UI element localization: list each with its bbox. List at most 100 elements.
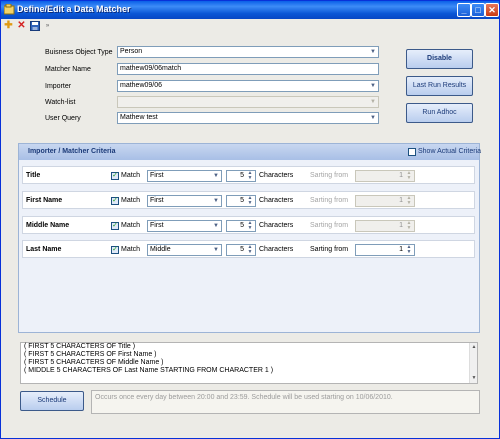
- criteria-row-first-name: First Name ✓ Match First ▼ 5 ▲ ▼ Characte…: [22, 191, 475, 209]
- matcher-name-input[interactable]: mathew09/06match: [117, 63, 379, 75]
- chevron-down-icon: ▼: [370, 99, 376, 105]
- count-value: 5: [240, 222, 244, 229]
- match-checkbox[interactable]: ✓: [111, 197, 119, 205]
- schedule-button-label: Schedule: [37, 397, 67, 404]
- spinner-arrows-icon[interactable]: ▲ ▼: [405, 196, 413, 206]
- spinner-arrows-icon[interactable]: ▲ ▼: [246, 171, 254, 181]
- schedule-description: Occurs once every day between 20:00 and …: [91, 390, 480, 414]
- match-checkbox[interactable]: ✓: [111, 222, 119, 230]
- criteria-row-middle-name: Middle Name ✓ Match First ▼ 5 ▲ ▼ Charact…: [22, 216, 475, 234]
- run-adhoc-label: Run Adhoc: [422, 109, 457, 116]
- watch-list-select[interactable]: ▼: [117, 96, 379, 108]
- importer-label: Importer: [45, 83, 72, 90]
- criteria-row-title: Title ✓ Match First ▼ 5 ▲ ▼ Characters Sa…: [22, 166, 475, 184]
- delete-icon[interactable]: ✕: [16, 20, 27, 32]
- chevron-down-icon: ▼: [370, 115, 376, 121]
- chevron-down-icon: ▼: [370, 49, 376, 55]
- mode-select[interactable]: First ▼: [147, 220, 222, 232]
- count-value: 5: [240, 246, 244, 253]
- match-checkbox[interactable]: ✓: [111, 246, 119, 254]
- chevron-down-icon: ▼: [213, 173, 219, 179]
- starting-from-stepper[interactable]: 1 ▲ ▼: [355, 244, 415, 256]
- importer-select[interactable]: mathew09/06 ▼: [117, 80, 379, 92]
- starting-from-label: Sarting from: [310, 246, 349, 253]
- criteria-panel-title: Importer / Matcher Criteria: [28, 148, 116, 155]
- summary-line: ( MIDDLE 5 CHARACTERS OF Last Name START…: [24, 367, 274, 374]
- criteria-row-last-name: Last Name ✓ Match Middle ▼ 5 ▲ ▼ Characte…: [22, 240, 475, 258]
- starting-from-value: 1: [399, 197, 403, 204]
- run-adhoc-button[interactable]: Run Adhoc: [406, 103, 473, 123]
- disable-button-label: Disable: [427, 55, 452, 62]
- minimize-button[interactable]: _: [457, 3, 471, 17]
- summary-line: ( FIRST 5 CHARACTERS OF First Name ): [24, 351, 157, 358]
- schedule-button[interactable]: Schedule: [20, 391, 84, 411]
- match-checkbox[interactable]: ✓: [111, 172, 119, 180]
- summary-line: ( FIRST 5 CHARACTERS OF Title ): [24, 343, 136, 350]
- last-run-results-button[interactable]: Last Run Results: [406, 76, 473, 96]
- match-label: Match: [121, 222, 141, 229]
- criteria-summary-textarea[interactable]: ( FIRST 5 CHARACTERS OF Title ) ( FIRST …: [20, 342, 478, 384]
- chevron-down-icon: ▼: [213, 198, 219, 204]
- app-icon: [4, 4, 15, 15]
- add-icon[interactable]: ✚: [3, 20, 14, 32]
- starting-from-label: Sarting from: [310, 172, 349, 179]
- mode-value: Middle: [150, 246, 171, 253]
- disable-button[interactable]: Disable: [406, 49, 473, 69]
- maximize-button[interactable]: □: [471, 3, 485, 17]
- spinner-arrows-icon[interactable]: ▲ ▼: [405, 221, 413, 231]
- mode-select[interactable]: Middle ▼: [147, 244, 222, 256]
- matcher-name-label: Matcher Name: [45, 66, 91, 73]
- match-label: Match: [121, 197, 141, 204]
- count-stepper[interactable]: 5 ▲ ▼: [226, 170, 256, 182]
- spinner-arrows-icon[interactable]: ▲ ▼: [246, 245, 254, 255]
- starting-from-stepper[interactable]: 1 ▲ ▼: [355, 220, 415, 232]
- count-stepper[interactable]: 5 ▲ ▼: [226, 220, 256, 232]
- user-query-label: User Query: [45, 115, 81, 122]
- row-field-label: Title: [26, 172, 41, 179]
- business-object-type-select[interactable]: Person ▼: [117, 46, 379, 58]
- watch-list-label: Watch-list: [45, 99, 76, 106]
- close-button[interactable]: ✕: [485, 3, 499, 17]
- mode-value: First: [150, 172, 164, 179]
- row-field-label: First Name: [26, 197, 63, 204]
- criteria-panel-header: Importer / Matcher Criteria Show Actual …: [19, 144, 481, 160]
- spinner-arrows-icon[interactable]: ▲ ▼: [246, 221, 254, 231]
- overflow-icon[interactable]: »: [42, 20, 53, 32]
- user-query-select[interactable]: Mathew test ▼: [117, 112, 379, 124]
- match-label: Match: [121, 172, 141, 179]
- starting-from-stepper[interactable]: 1 ▲ ▼: [355, 170, 415, 182]
- window-title: Define/Edit a Data Matcher: [17, 4, 131, 14]
- toolbar: ✚ ✕ »: [3, 20, 63, 33]
- starting-from-label: Sarting from: [310, 197, 349, 204]
- mode-value: First: [150, 222, 164, 229]
- show-actual-criteria-checkbox[interactable]: [408, 148, 416, 156]
- count-value: 5: [240, 172, 244, 179]
- business-object-type-value: Person: [120, 48, 143, 55]
- chevron-down-icon: ▼: [213, 247, 219, 253]
- starting-from-stepper[interactable]: 1 ▲ ▼: [355, 195, 415, 207]
- spinner-arrows-icon[interactable]: ▲ ▼: [405, 245, 413, 255]
- mode-value: First: [150, 197, 164, 204]
- count-stepper[interactable]: 5 ▲ ▼: [226, 195, 256, 207]
- summary-line: ( FIRST 5 CHARACTERS OF Middle Name ): [24, 359, 164, 366]
- mode-select[interactable]: First ▼: [147, 170, 222, 182]
- match-label: Match: [121, 246, 141, 253]
- spinner-arrows-icon[interactable]: ▲ ▼: [246, 196, 254, 206]
- starting-from-label: Sarting from: [310, 222, 349, 229]
- characters-label: Characters: [259, 172, 294, 179]
- vertical-scrollbar[interactable]: ▲ ▼: [469, 343, 477, 383]
- business-object-type-label: Buisness Object Type: [45, 49, 113, 56]
- data-matcher-window: Define/Edit a Data Matcher _ □ ✕ ✚ ✕ » B…: [0, 0, 500, 439]
- title-bar[interactable]: Define/Edit a Data Matcher _ □ ✕: [1, 1, 499, 19]
- scroll-down-icon[interactable]: ▼: [471, 375, 477, 381]
- scroll-up-icon[interactable]: ▲: [471, 344, 477, 350]
- row-field-label: Middle Name: [26, 222, 70, 229]
- mode-select[interactable]: First ▼: [147, 195, 222, 207]
- starting-from-value: 1: [399, 222, 403, 229]
- spinner-arrows-icon[interactable]: ▲ ▼: [405, 171, 413, 181]
- chevron-down-icon: ▼: [370, 83, 376, 89]
- save-icon[interactable]: [29, 20, 40, 32]
- characters-label: Characters: [259, 197, 294, 204]
- characters-label: Characters: [259, 222, 294, 229]
- count-stepper[interactable]: 5 ▲ ▼: [226, 244, 256, 256]
